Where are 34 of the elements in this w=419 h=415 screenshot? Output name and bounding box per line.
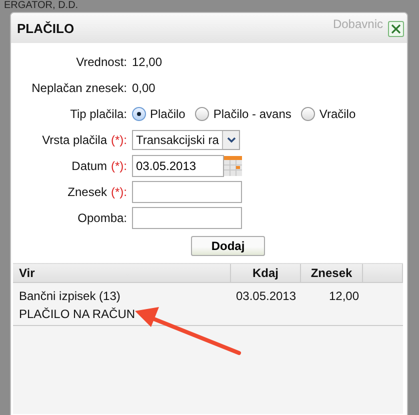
column-header: Kdaj [231, 264, 301, 282]
table-cell-text: PLAČILO NA RAČUN [19, 307, 136, 321]
background-label: Dobavnic [332, 17, 383, 31]
table-cell-text: 03.05.2013 [234, 289, 298, 305]
caret-icon [226, 136, 236, 142]
field-label: Opomba: [76, 210, 127, 224]
field-label: Vrsta plačila (*): [41, 132, 127, 146]
date-field[interactable]: 03.05.2013 [132, 154, 224, 176]
add-button[interactable]: Dodaj [191, 236, 265, 256]
table-cell-text: 12,00 [328, 289, 360, 305]
field-label: Datum (*): [70, 158, 127, 172]
radio-option[interactable]: Plačilo - avans [195, 106, 292, 120]
close-button[interactable] [388, 21, 404, 37]
radio-button[interactable] [132, 106, 146, 120]
field-value: 0,00 [132, 80, 156, 94]
radio-button[interactable] [301, 106, 316, 120]
field-label: Tip plačila: [69, 106, 127, 120]
close-icon [391, 24, 401, 34]
field-label: Neplačan znesek: [30, 80, 127, 94]
input-field[interactable] [132, 180, 242, 202]
company-name: ERGATOR, D.D. [4, 0, 78, 11]
radio-option[interactable]: Plačilo [132, 106, 186, 120]
column-header: Vir [13, 264, 231, 282]
select-field[interactable]: Transakcijski ra [132, 130, 240, 150]
dialog-title: PLAČILO [17, 20, 74, 36]
radio-button[interactable] [195, 106, 210, 120]
field-value: 12,00 [132, 54, 162, 68]
field-label: Vrednost: [75, 54, 127, 68]
radio-option[interactable]: Vračilo [301, 106, 356, 120]
table-cell-text: Bančni izpisek (13) [19, 289, 122, 303]
input-field[interactable] [132, 206, 242, 228]
field-label: Znesek (*): [66, 184, 127, 198]
calendar-icon[interactable] [224, 156, 242, 176]
column-header: Znesek [301, 264, 363, 282]
